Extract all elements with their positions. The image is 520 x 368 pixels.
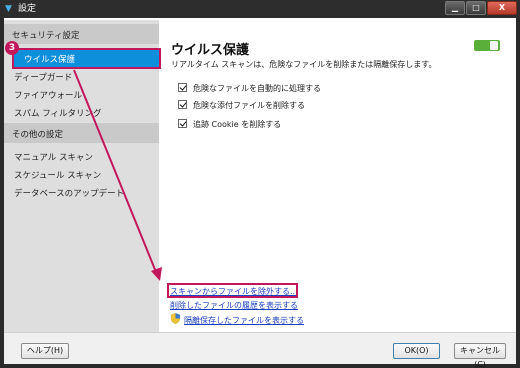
sidebar-item-label: マニュアル スキャン [14,153,93,163]
option-label: 危険なファイルを自動的に処理する [193,84,321,93]
sidebar-item-database-update[interactable]: データベースのアップデート [4,183,159,201]
checkbox-checked-icon[interactable] [178,83,187,92]
callout-number-badge: 3 [5,41,19,55]
shield-icon [170,313,181,324]
cancel-button[interactable]: キャンセル(C) [454,343,506,368]
option-label: 危険な添付ファイルを削除する [193,101,305,110]
sidebar-item-label: スパム フィルタリング [14,109,102,119]
section-header-other: その他の設定 [12,130,64,140]
sidebar-section-security: セキュリティ設定 [4,24,159,44]
sidebar-item-label: スケジュール スキャン [14,171,102,181]
sidebar-item-manual-scan[interactable]: マニュアル スキャン [4,147,159,165]
sidebar-item-deepguard[interactable]: ディープガード [4,67,159,85]
deleted-history-link[interactable]: 削除したファイルの履歴を表示する [170,300,298,311]
sidebar-item-label: ファイアウォール [14,91,83,101]
window-title: 設定 [18,4,37,14]
help-button[interactable]: ヘルプ(H) [21,343,69,359]
section-header-security: セキュリティ設定 [12,31,80,41]
protection-toggle[interactable] [474,40,500,51]
close-button[interactable]: X [487,1,517,15]
toggle-knob [490,41,498,50]
maximize-button[interactable]: □ [466,1,486,15]
page-title: ウイルス保護 [171,43,250,58]
sidebar-section-other: その他の設定 [4,123,159,143]
sidebar-item-label: ディープガード [14,73,73,83]
ok-button[interactable]: OK(O) [393,343,440,359]
minimize-button[interactable]: ▁ [445,1,465,15]
page-description: リアルタイム スキャンは、危険なファイルを削除または隔離保存します。 [171,60,437,69]
title-bar: ▼ 設定 ▁ □ X [0,0,520,18]
checkbox-checked-icon[interactable] [178,119,187,128]
option-label: 追跡 Cookie を削除する [193,120,282,129]
sidebar-item-scheduled-scan[interactable]: スケジュール スキャン [4,165,159,183]
callout-highlight-link [167,283,298,298]
checkbox-checked-icon[interactable] [178,100,187,109]
sidebar-item-firewall[interactable]: ファイアウォール [4,85,159,103]
sidebar-item-spam-filtering[interactable]: スパム フィルタリング [4,103,159,121]
app-icon: ▼ [5,4,12,14]
quarantine-link[interactable]: 隔離保存したファイルを表示する [184,315,304,326]
callout-highlight-sidebar [12,48,161,69]
sidebar-item-label: データベースのアップデート [14,189,125,199]
